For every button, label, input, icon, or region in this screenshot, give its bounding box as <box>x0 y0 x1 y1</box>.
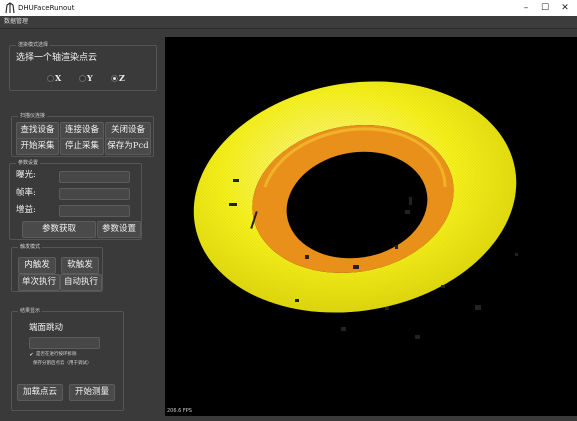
exposure-input[interactable] <box>59 171 130 183</box>
radio-axis-x[interactable]: X <box>47 73 69 83</box>
radio-axis-y[interactable]: Y <box>79 73 101 83</box>
save-split-label: 保存分割后点云（用于调试） <box>33 361 92 366</box>
minimize-button[interactable]: – <box>519 2 533 14</box>
connect-device-button[interactable]: 连接设备 <box>60 122 104 139</box>
start-measure-button[interactable]: 开始测量 <box>69 384 115 401</box>
radio-z-indicator[interactable] <box>111 75 118 82</box>
result-group: 结果显示 端面跳动 ✔ 是否在进行按环拆除 保存分割后点云（用于调试） 加载点云… <box>11 308 124 411</box>
menu-item-data-management[interactable]: 数据管理 <box>4 17 28 27</box>
render-mode-group-title: 渲染模式选择 <box>16 42 51 48</box>
window-title: DHUFaceRunout <box>18 4 75 12</box>
split-ring-checkbox[interactable]: ✔ <box>29 353 34 358</box>
app-logo-icon <box>5 2 15 14</box>
menu-bar: 数据管理 <box>0 16 577 29</box>
scanner-group-title: 扫描仪连接 <box>18 113 48 119</box>
maximize-button[interactable]: ☐ <box>538 2 552 14</box>
exposure-label: 曝光: <box>16 170 36 180</box>
close-device-button[interactable]: 关闭设备 <box>105 122 151 139</box>
split-ring-label: 是否在进行按环拆除 <box>36 352 77 357</box>
radio-x-label: X <box>55 73 62 83</box>
save-pcd-button[interactable]: 保存为Pcd <box>105 138 151 155</box>
title-bar: DHUFaceRunout – ☐ ✕ <box>0 0 577 16</box>
gain-input[interactable] <box>59 205 130 217</box>
radio-y-indicator[interactable] <box>79 75 86 82</box>
runout-output[interactable] <box>29 337 100 349</box>
params-group: 参数设置 曝光: 帧率: 增益: 参数获取 参数设置 <box>9 160 142 240</box>
trigger-group-title: 触发模式 <box>18 244 43 250</box>
soft-trigger-button[interactable]: 软触发 <box>61 257 99 274</box>
scanner-connection-group: 扫描仪连接 查找设备 连接设备 关闭设备 开始采集 停止采集 保存为Pcd <box>11 113 154 157</box>
radio-y-label: Y <box>87 73 93 83</box>
pointcloud-render <box>193 81 518 339</box>
auto-exec-button[interactable]: 自动执行 <box>60 274 102 291</box>
render-axis-prompt: 选择一个轴渲染点云 <box>16 53 98 63</box>
render-mode-group: 渲染模式选择 选择一个轴渲染点云 X Y Z <box>9 42 157 91</box>
set-params-button[interactable]: 参数设置 <box>97 221 141 238</box>
fps-readout: 206.6 FPS <box>167 408 192 414</box>
runout-label: 端面跳动 <box>29 323 64 333</box>
params-group-title: 参数设置 <box>16 160 41 166</box>
result-group-title: 结果显示 <box>18 308 43 314</box>
gain-label: 增益: <box>16 205 36 215</box>
close-button[interactable]: ✕ <box>558 2 572 14</box>
stop-capture-button[interactable]: 停止采集 <box>60 138 104 155</box>
single-exec-button[interactable]: 单次执行 <box>18 274 60 291</box>
load-pointcloud-button[interactable]: 加载点云 <box>17 384 63 401</box>
get-params-button[interactable]: 参数获取 <box>22 221 96 238</box>
radio-x-indicator[interactable] <box>47 75 54 82</box>
trigger-mode-group: 触发模式 内触发 软触发 单次执行 自动执行 <box>11 244 103 292</box>
internal-trigger-button[interactable]: 内触发 <box>18 257 56 274</box>
find-device-button[interactable]: 查找设备 <box>16 122 59 139</box>
start-capture-button[interactable]: 开始采集 <box>16 138 59 155</box>
radio-z-label: Z <box>119 73 125 83</box>
framerate-label: 帧率: <box>16 188 36 198</box>
framerate-input[interactable] <box>59 188 130 200</box>
control-panel: 渲染模式选择 选择一个轴渲染点云 X Y Z 扫描仪连接 查找设备 连接设备 关… <box>0 29 165 421</box>
radio-axis-z[interactable]: Z <box>111 73 133 83</box>
pointcloud-viewport[interactable]: 206.6 FPS <box>165 37 577 416</box>
